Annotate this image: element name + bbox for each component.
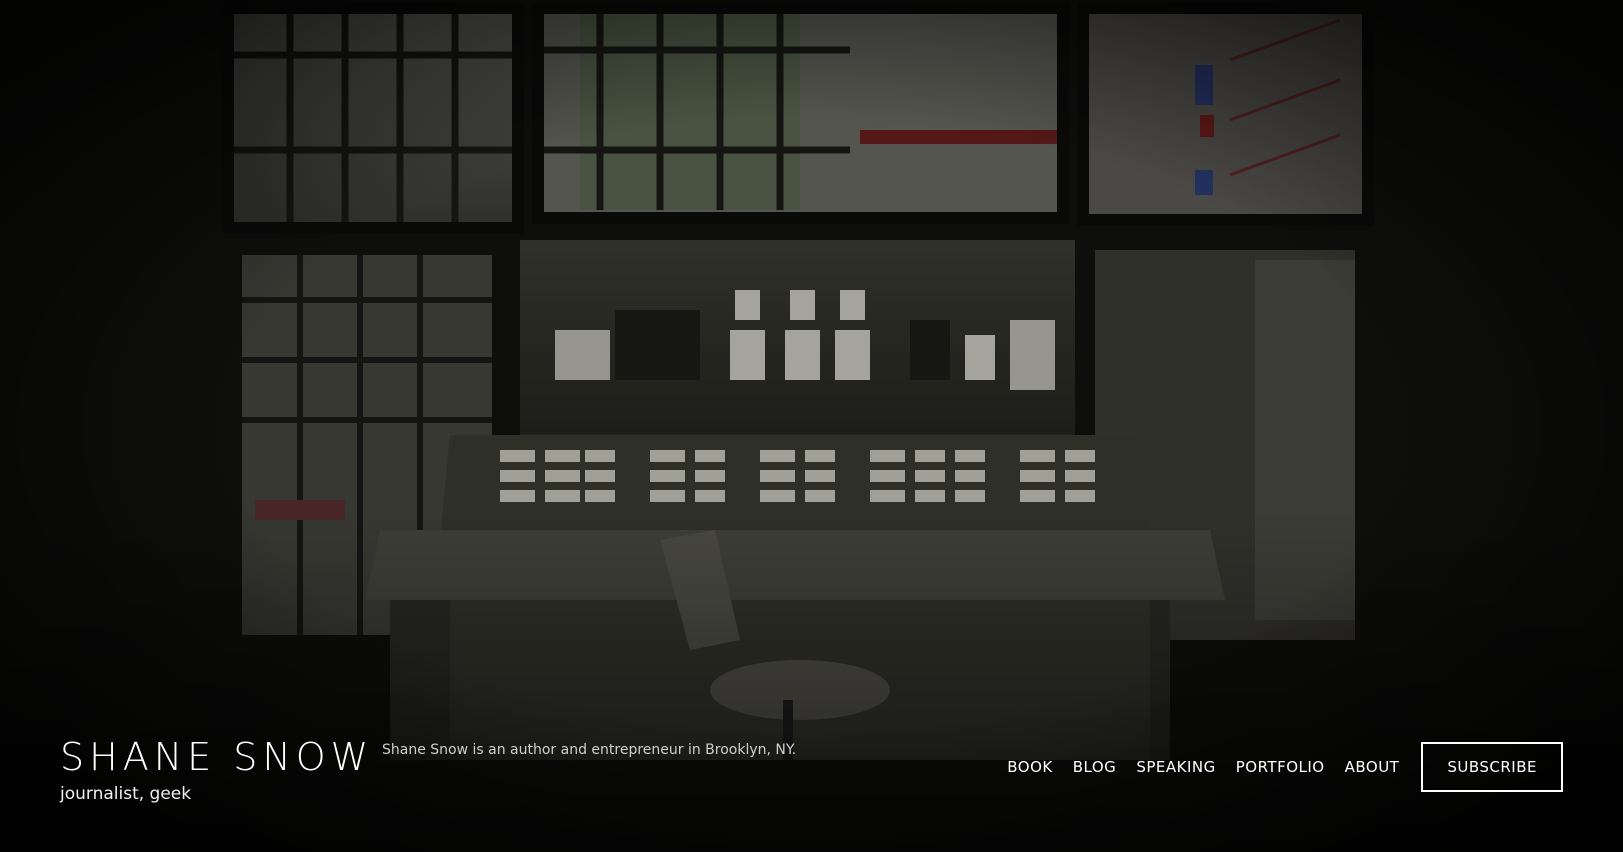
site-tagline: journalist, geek — [60, 784, 192, 804]
hero-banner: SHANE SNOW journalist, geek Shane Snow i… — [0, 0, 1623, 852]
subscribe-button[interactable]: SUBSCRIBE — [1421, 742, 1563, 792]
site-title[interactable]: SHANE SNOW — [60, 738, 373, 776]
nav-item-speaking[interactable]: SPEAKING — [1136, 758, 1215, 776]
site-branding: SHANE SNOW journalist, geek — [60, 738, 373, 804]
nav-item-portfolio[interactable]: PORTFOLIO — [1236, 758, 1325, 776]
main-nav: BOOK BLOG SPEAKING PORTFOLIO ABOUT SUBSC… — [987, 742, 1563, 792]
nav-item-book[interactable]: BOOK — [1007, 758, 1052, 776]
nav-item-about[interactable]: ABOUT — [1345, 758, 1400, 776]
site-description: Shane Snow is an author and entrepreneur… — [382, 742, 797, 758]
nav-item-blog[interactable]: BLOG — [1073, 758, 1117, 776]
hero-background-photo — [0, 0, 1623, 852]
